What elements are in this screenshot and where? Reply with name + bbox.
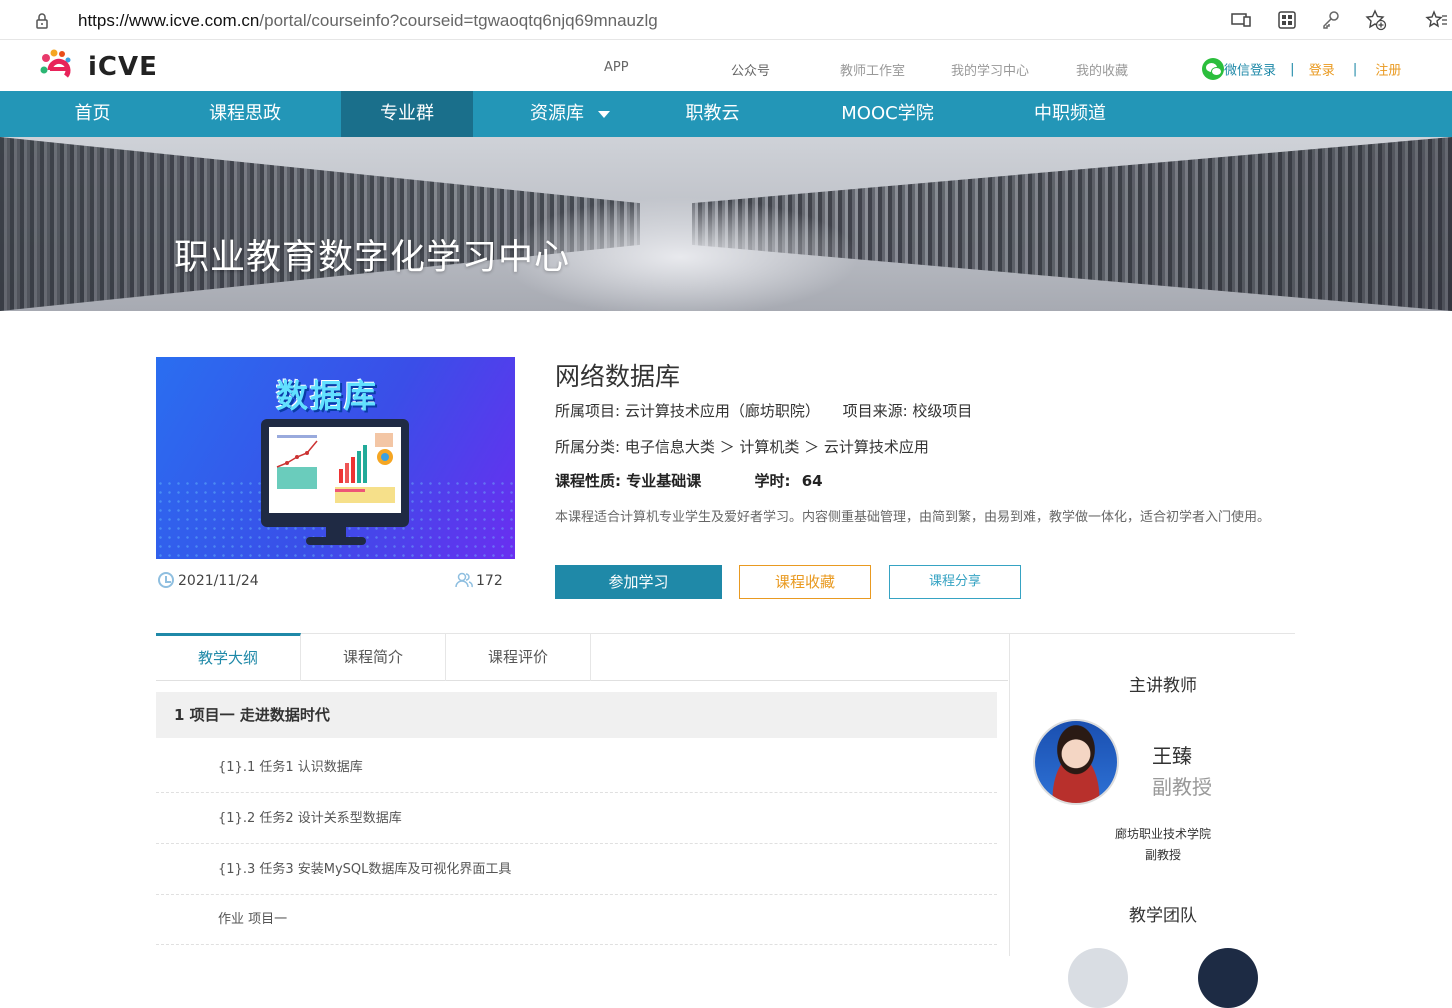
wechat-login-link[interactable]: 微信登录 [1224,64,1276,79]
favorites-icon[interactable] [1425,9,1447,31]
banner-title: 职业教育数字化学习中心 [174,238,571,278]
project-label: 所属项目: 云计算技术应用（廊坊职院） [555,402,820,420]
logo-text: iCVE [88,52,158,82]
source-label: 项目来源: 校级项目 [842,402,973,420]
course-date: 2021/11/24 [158,572,259,589]
date-text: 2021/11/24 [178,573,259,589]
cover-title: 数据库 [276,377,379,415]
monitor-base [306,537,366,545]
url-text[interactable]: https://www.icve.com.cn/portal/courseinf… [78,11,658,31]
nav-home[interactable]: 首页 [50,91,135,137]
nature-label: 课程性质: 专业基础课 [555,472,702,490]
browser-toolbar: https://www.icve.com.cn/portal/courseinf… [0,0,1452,40]
tab-intro[interactable]: 课程简介 [301,633,446,681]
share-course-button[interactable]: 课程分享 [889,565,1021,599]
chart-illustration-icon [276,433,395,503]
learner-count-text: 172 [476,573,503,589]
monitor-screen [269,427,401,513]
favorite-course-button[interactable]: 课程收藏 [739,565,871,599]
users-icon [455,572,473,588]
category-label: 所属分类: 电子信息大类 ＞ 计算机类 ＞ 云计算技术应用 [555,438,929,456]
teacher-avatar[interactable] [1033,719,1119,805]
teacher-org-name: 廊坊职业技术学院 [1114,827,1211,841]
learner-count: 172 [455,572,503,589]
team-heading: 教学团队 [1129,906,1197,926]
apps-grid-icon[interactable] [1276,9,1298,31]
teacher-heading: 主讲教师 [1129,676,1197,696]
course-description: 本课程适合计算机专业学生及爱好者学习。内容侧重基础管理，由简到繁，由易到难，教学… [555,510,1271,525]
link-teacher-studio[interactable]: 教师工作室 [840,60,905,79]
login-area: 微信登录 | 登录 | 注册 [1202,58,1401,80]
nature-line: 课程性质: 专业基础课 学时: 64 [555,470,823,491]
lock-icon[interactable] [32,11,52,31]
join-course-button[interactable]: 参加学习 [555,565,722,599]
site-header: iCVE APP 公众号 教师工作室 我的学习中心 我的收藏 微信登录 | 登录… [0,40,1452,91]
separator: | [1290,61,1295,77]
course-cover-image: 数据库 [156,357,515,559]
tab-reviews[interactable]: 课程评价 [446,633,591,681]
nav-course-ideology[interactable]: 课程思政 [190,91,300,137]
teacher-org-title: 副教授 [1144,848,1181,862]
monitor-illustration [261,419,409,527]
separator: | [1352,61,1358,77]
url-host: https://www.icve.com.cn [78,11,260,30]
lesson-item[interactable]: {1}.3 任务3 安装MySQL数据库及可视化界面工具 [156,844,997,895]
device-cast-icon[interactable] [1230,9,1252,31]
nav-secondary-vocational[interactable]: 中职频道 [1020,91,1120,137]
nav-resource-label: 资源库 [530,103,584,124]
key-icon[interactable] [1320,9,1342,31]
register-link[interactable]: 注册 [1375,64,1401,79]
link-official-account[interactable]: 公众号 [731,60,770,79]
chevron-down-icon [598,110,610,118]
url-path: /portal/courseinfo?courseid=tgwaoqtq6njq… [259,11,658,30]
course-title: 网络数据库 [555,362,681,391]
lesson-item[interactable]: 作业 项目一 [156,894,997,945]
logo-mark-icon [40,49,71,78]
teacher-name[interactable]: 王臻 [1152,740,1192,769]
add-favorite-icon[interactable] [1365,9,1387,31]
link-my-learning[interactable]: 我的学习中心 [951,60,1029,79]
nav-major-group[interactable]: 专业群 [341,91,473,137]
teacher-org: 廊坊职业技术学院 副教授 [1010,824,1316,866]
hours-label: 学时: [754,472,791,490]
link-my-favorites[interactable]: 我的收藏 [1076,60,1128,79]
chapter-heading[interactable]: 1 项目一 走进数据时代 [156,692,997,738]
wechat-icon[interactable] [1202,58,1224,80]
icve-logo[interactable]: iCVE [38,48,157,84]
clock-icon [158,572,174,588]
hours-value: 64 [801,472,823,490]
teacher-title: 副教授 [1152,775,1212,799]
project-line: 所属项目: 云计算技术应用（廊坊职院） 项目来源: 校级项目 [555,400,972,421]
link-app[interactable]: APP [604,60,629,75]
lesson-item[interactable]: {1}.2 任务2 设计关系型数据库 [156,793,997,844]
nav-zhijiaoyun[interactable]: 职教云 [670,91,755,137]
team-member-avatar[interactable] [1068,948,1128,1008]
address-bar[interactable]: https://www.icve.com.cn/portal/courseinf… [12,2,1408,38]
main-nav: 首页 课程思政 专业群 资源库 职教云 MOOC学院 中职频道 [0,91,1452,137]
course-tabs: 教学大纲 课程简介 课程评价 [156,633,1008,681]
login-link[interactable]: 登录 [1309,64,1335,79]
lesson-item[interactable]: {1}.1 任务1 认识数据库 [156,742,997,793]
tab-syllabus[interactable]: 教学大纲 [156,633,301,681]
hero-banner: 职业教育数字化学习中心 [0,137,1452,311]
nav-mooc[interactable]: MOOC学院 [825,91,950,137]
nav-resource-library[interactable]: 资源库 [515,91,625,137]
team-member-avatar[interactable] [1198,948,1258,1008]
